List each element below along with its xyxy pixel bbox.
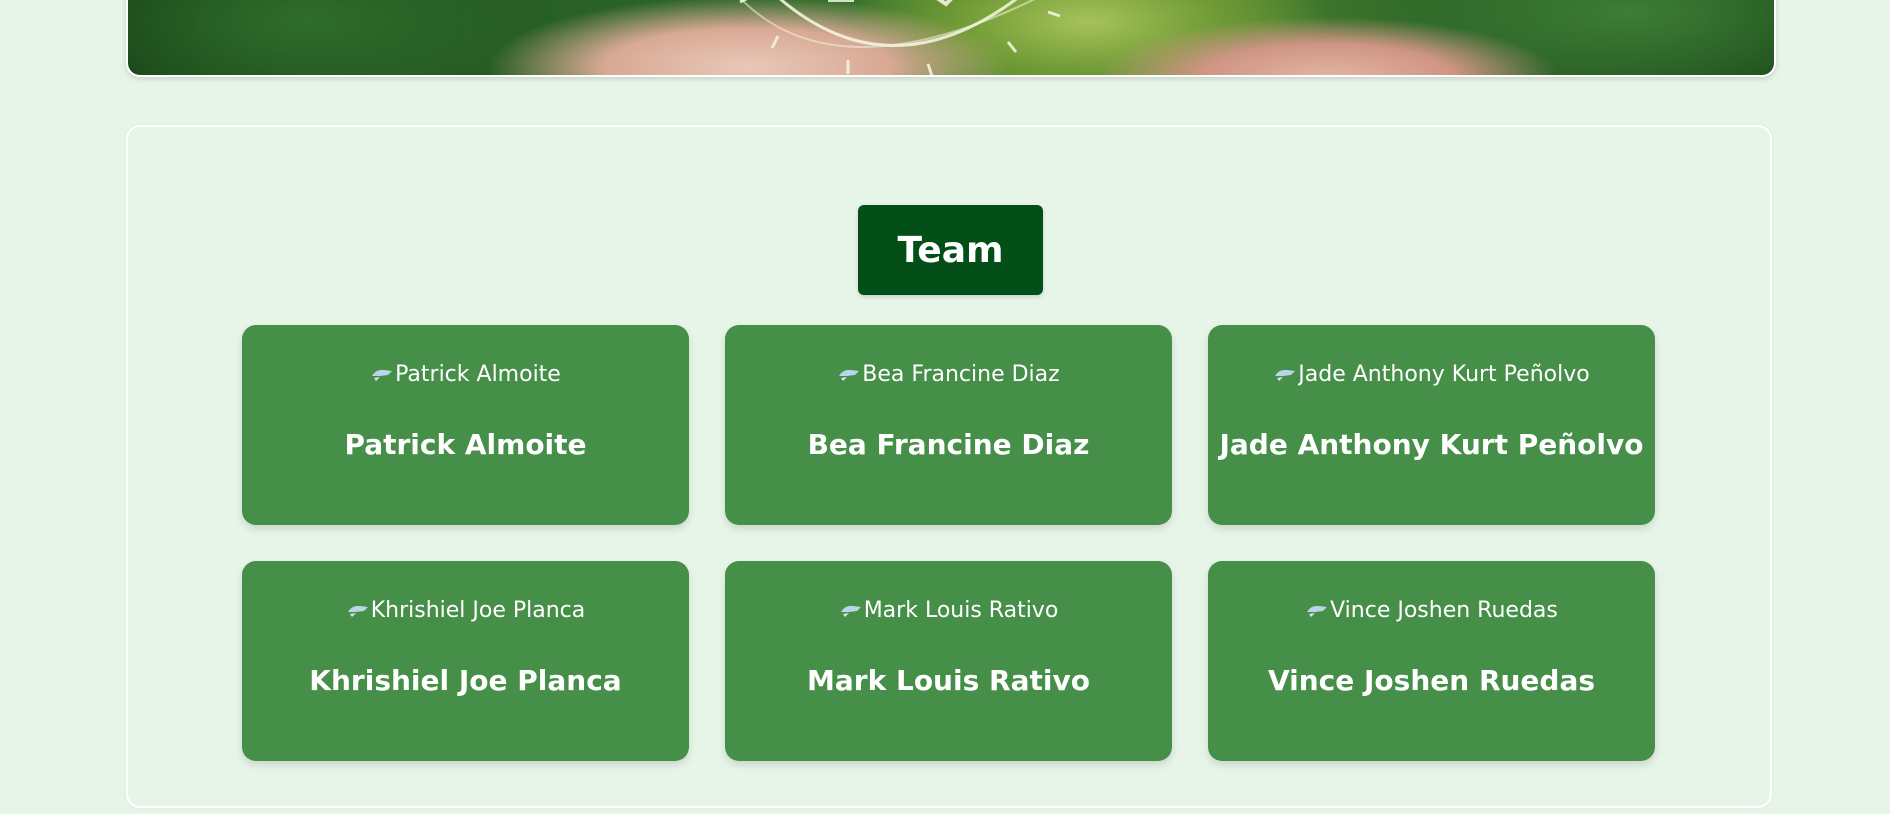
team-member-card: Bea Francine Diaz Bea Francine Diaz <box>725 325 1172 525</box>
member-photo-alt: Vince Joshen Ruedas <box>1330 598 1558 622</box>
team-section: Team Patrick Almoite Patrick Almoite Bea… <box>126 125 1772 808</box>
member-name: Jade Anthony Kurt Peñolvo <box>1219 428 1644 461</box>
member-photo-alt: Mark Louis Rativo <box>863 598 1059 622</box>
team-member-card: Vince Joshen Ruedas Vince Joshen Ruedas <box>1208 561 1655 761</box>
member-photo: Vince Joshen Ruedas <box>1208 598 1655 622</box>
broken-image-icon <box>839 369 860 381</box>
broken-image-icon <box>347 605 368 617</box>
member-name: Patrick Almoite <box>344 428 587 461</box>
team-heading: Team <box>858 205 1043 295</box>
team-member-card: Patrick Almoite Patrick Almoite <box>242 325 689 525</box>
hero-banner-image <box>126 0 1776 77</box>
member-photo-alt: Bea Francine Diaz <box>862 362 1060 386</box>
member-photo-alt: Jade Anthony Kurt Peñolvo <box>1298 362 1590 386</box>
member-photo: Bea Francine Diaz <box>725 362 1172 386</box>
team-member-card: Jade Anthony Kurt Peñolvo Jade Anthony K… <box>1208 325 1655 525</box>
broken-image-icon <box>372 369 393 381</box>
member-name: Vince Joshen Ruedas <box>1267 664 1596 697</box>
member-name: Bea Francine Diaz <box>807 428 1090 461</box>
broken-image-icon <box>1275 369 1296 381</box>
team-member-card: Khrishiel Joe Planca Khrishiel Joe Planc… <box>242 561 689 761</box>
team-member-card: Mark Louis Rativo Mark Louis Rativo <box>725 561 1172 761</box>
member-name: Khrishiel Joe Planca <box>309 664 622 697</box>
broken-image-icon <box>1307 605 1328 617</box>
member-photo: Mark Louis Rativo <box>725 598 1172 622</box>
gear-icon <box>739 0 1061 75</box>
member-name: Mark Louis Rativo <box>807 664 1090 697</box>
member-photo-alt: Patrick Almoite <box>395 362 561 386</box>
team-grid: Patrick Almoite Patrick Almoite Bea Fran… <box>242 325 1655 761</box>
member-photo: Khrishiel Joe Planca <box>242 598 689 622</box>
member-photo: Jade Anthony Kurt Peñolvo <box>1208 362 1655 386</box>
broken-image-icon <box>840 605 861 617</box>
member-photo-alt: Khrishiel Joe Planca <box>370 598 586 622</box>
member-photo: Patrick Almoite <box>242 362 689 386</box>
